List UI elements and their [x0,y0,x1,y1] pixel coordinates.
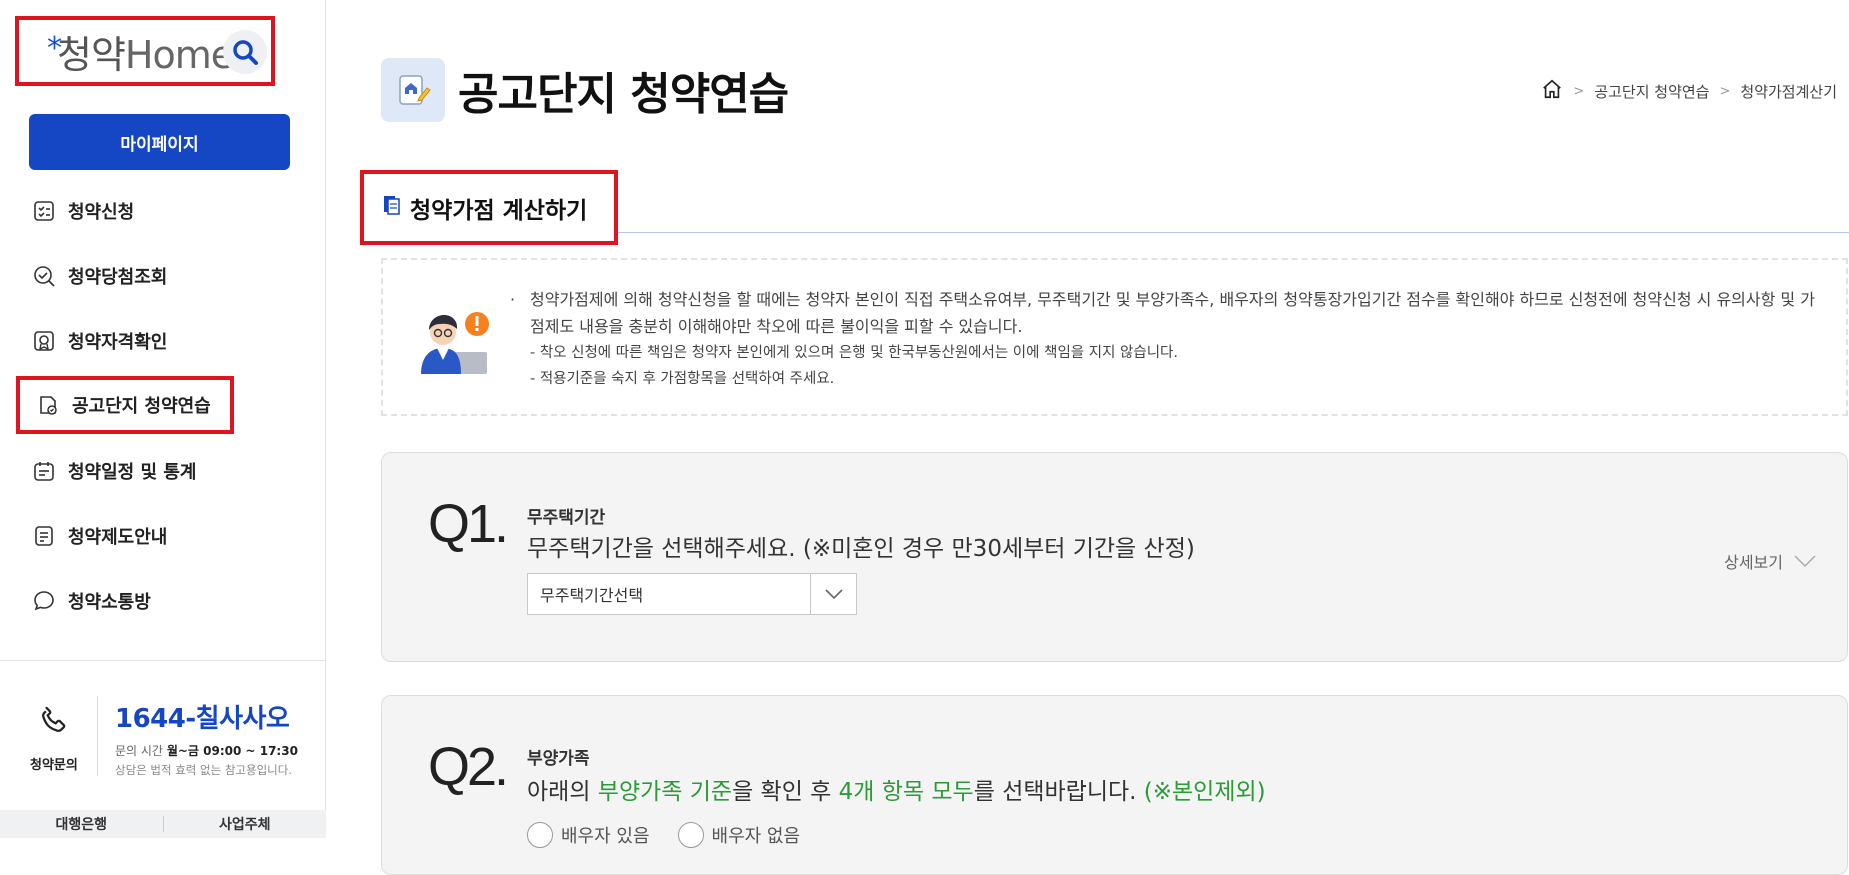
sidebar-item-eligibility[interactable]: 청약자격확인 [32,323,167,359]
logo-text-ko: 청약 [57,32,126,77]
sidebar-item-system-guide[interactable]: 청약제도안내 [32,518,167,554]
search-check-icon [32,264,56,288]
page-title: 공고단지 청약연습 [458,69,789,120]
no-house-period-select[interactable]: 무주택기간선택 [527,573,857,615]
mypage-button[interactable]: 마이페이지 [29,114,290,170]
q-part: 을 확인 후 [732,779,839,805]
page-title-icon [381,58,445,122]
question-text: 무주택기간을 선택해주세요. (※미혼인 경우 만30세부터 기간을 산정) [527,536,1195,562]
sidebar-divider [0,660,326,661]
chevron-down-icon [1794,555,1816,568]
calendar-icon [32,459,56,483]
radio-circle [527,822,553,848]
notice-text: · 청약가점제에 의해 청약신청을 할 때에는 청약자 본인이 직접 주택소유여… [510,286,1820,392]
hours-prefix: 문의 시간 [115,744,163,758]
sidebar-item-label: 청약일정 및 통계 [68,462,197,483]
logo[interactable]: * 청약 Home [47,24,234,79]
q-highlight-link[interactable]: 부양가족 기준 [598,779,732,805]
sidebar-item-label: 청약제도안내 [68,527,168,548]
chevron-right-icon: > [1573,83,1585,99]
q-highlight: (※본인제외) [1143,779,1266,805]
q-part: 아래의 [527,779,598,805]
home-icon[interactable] [1541,78,1563,104]
document-blue-icon [382,194,402,222]
chevron-right-icon: > [1719,83,1731,99]
sidebar-item-practice[interactable]: 공고단지 청약연습 [16,376,234,434]
notice-bullet: · [510,290,516,309]
logo-text-en: Home [124,32,234,77]
question-number: Q2. [428,737,509,797]
radio-label: 배우자 없음 [711,826,801,847]
sidebar: * 청약 Home 마이페이지 청약신청 청약당첨조회 청약자격확인 공고단지 … [0,0,326,838]
radio-circle [677,822,704,848]
search-button[interactable] [223,30,267,74]
radio-label: 배우자 있음 [561,826,650,847]
contact-divider [97,696,98,776]
sidebar-item-label: 청약소통방 [68,592,151,613]
detail-label: 상세보기 [1724,553,1783,572]
logo-star: * [47,30,62,66]
breadcrumb-item[interactable]: 공고단지 청약연습 [1594,81,1709,102]
breadcrumb-item[interactable]: 청약가점계산기 [1740,81,1837,102]
certificate-icon [32,329,56,353]
question-text: 아래의 부양가족 기준을 확인 후 4개 항목 모두를 선택바랍니다. (※본인… [527,772,1266,806]
sidebar-item-label: 청약신청 [68,202,135,223]
sidebar-item-community[interactable]: 청약소통방 [32,583,151,619]
sidebar-item-apply[interactable]: 청약신청 [32,193,134,229]
question-tag: 무주택기간 [527,508,606,528]
sidebar-item-label: 공고단지 청약연습 [72,396,211,417]
question-number: Q1. [428,494,509,554]
tab-agent-bank[interactable]: 대행은행 [0,814,163,834]
q-part: 를 선택바랍니다. [973,779,1144,805]
main-content: 공고단지 청약연습 > 공고단지 청약연습 > 청약가점계산기 청약가점 계산하… [326,0,1849,875]
notice-sub-2: - 적용기준을 숙지 후 가점항목을 선택하여 주세요. [530,371,835,387]
contact-label: 청약문의 [30,758,78,773]
contact-box: 청약문의 1644-칠사사오 문의 시간 월~금 09:00 ~ 17:30 상… [0,690,326,790]
sidebar-item-label: 청약당첨조회 [68,267,168,288]
radio-spouse-no[interactable]: 배우자 없음 [677,822,801,848]
person-warning-illustration [413,302,493,386]
select-value: 무주택기간선택 [540,586,644,605]
section-title: 청약가점 계산하기 [410,197,588,224]
question-tag: 부양가족 [527,749,590,769]
section-underline [618,232,1849,233]
sidebar-item-schedule[interactable]: 청약일정 및 통계 [32,453,196,489]
spouse-radio-group: 배우자 있음 배우자 없음 [527,822,800,848]
notice-box: · 청약가점제에 의해 청약신청을 할 때에는 청약자 본인이 직접 주택소유여… [381,258,1848,416]
notice-main: 청약가점제에 의해 청약신청을 할 때에는 청약자 본인이 직접 주택소유여부,… [530,290,1815,336]
question-card-2: Q2. 부양가족 아래의 부양가족 기준을 확인 후 4개 항목 모두를 선택바… [381,695,1848,875]
sidebar-item-winning-lookup[interactable]: 청약당첨조회 [32,258,167,294]
checklist-icon [32,199,56,223]
section-title-box: 청약가점 계산하기 [360,170,618,245]
sidebar-item-label: 청약자격확인 [68,332,168,353]
logo-area: * 청약 Home [15,16,275,86]
detail-toggle[interactable]: 상세보기 [1724,549,1817,573]
notice-sub-1: - 착오 신청에 따른 책임은 청약자 본인에게 있으며 은행 및 한국부동산원… [530,345,1178,361]
contact-hours: 문의 시간 월~금 09:00 ~ 17:30 [115,742,298,759]
radio-spouse-yes[interactable]: 배우자 있음 [527,822,650,848]
sidebar-tabs: 대행은행 사업주체 [0,810,326,838]
document-icon [32,524,56,548]
question-card-1: Q1. 무주택기간 무주택기간을 선택해주세요. (※미혼인 경우 만30세부터… [381,452,1848,662]
search-icon [233,40,258,65]
q-highlight: 4개 항목 모두 [838,779,974,805]
contact-number[interactable]: 1644-칠사사오 [115,698,290,735]
hours-value: 월~금 09:00 ~ 17:30 [166,744,298,758]
chat-bubble-icon [32,589,56,613]
phone-icon [36,702,72,742]
breadcrumb: > 공고단지 청약연습 > 청약가점계산기 [1541,78,1837,104]
tab-business-entity[interactable]: 사업주체 [164,814,327,834]
practice-icon [36,393,60,417]
contact-note: 상담은 법적 효력 없는 참고용입니다. [115,763,292,777]
chevron-down-icon [810,574,856,614]
